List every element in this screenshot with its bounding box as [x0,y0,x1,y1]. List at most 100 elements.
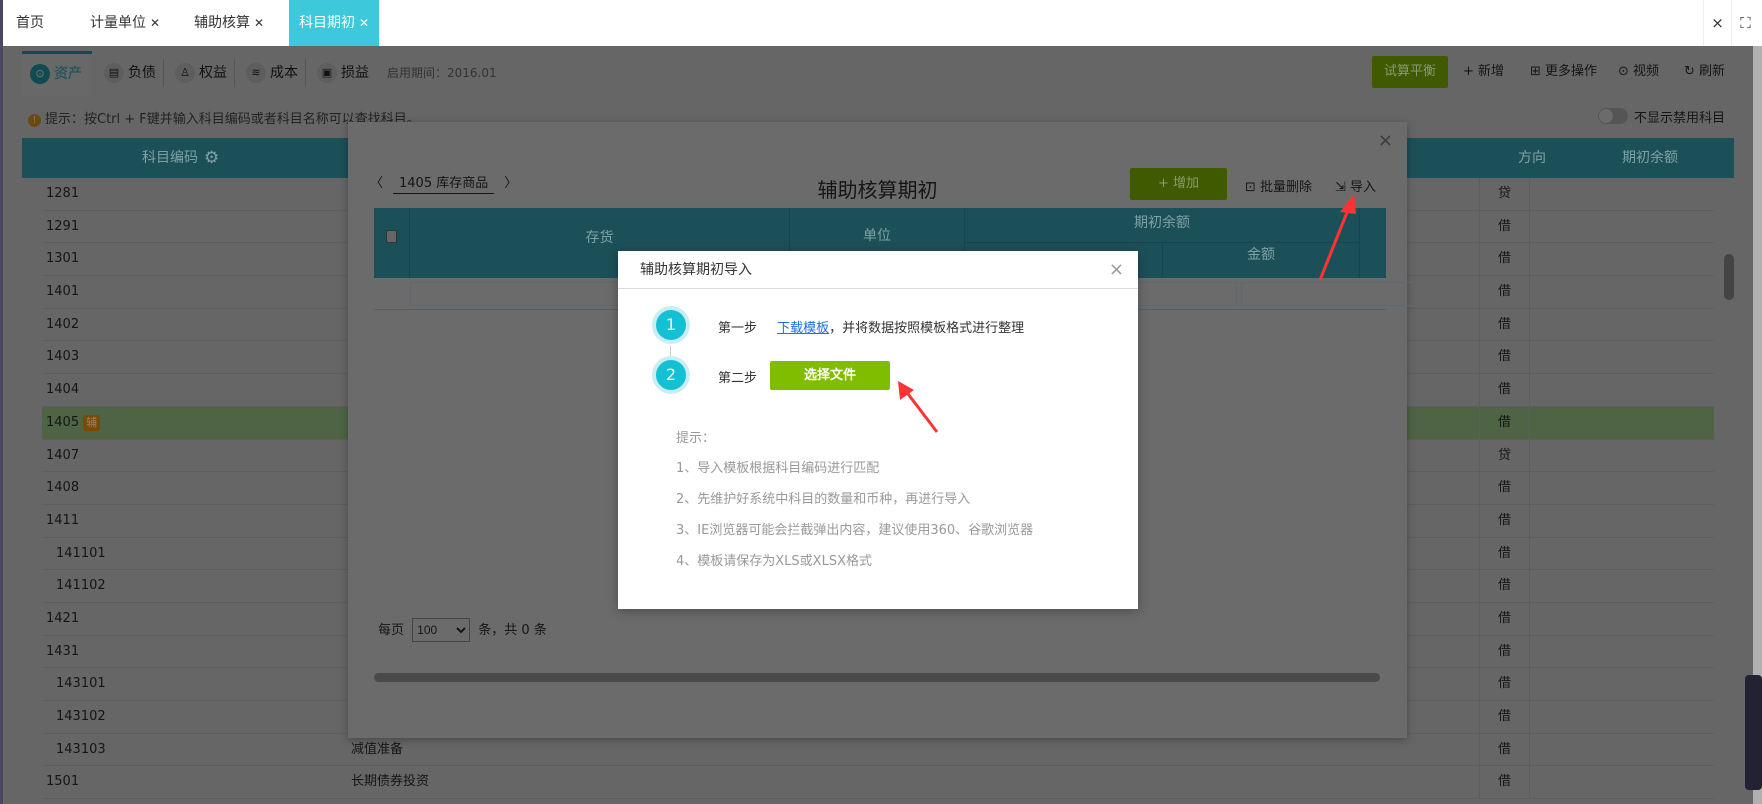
direction: 借 [1479,570,1530,603]
start-period: 启用期间：2016.01 [387,66,497,80]
divider [163,59,164,87]
more-label: 更多操作 [1545,64,1598,79]
side-widget [1745,675,1762,790]
table-row[interactable]: 1501 长期债券投资 借 [42,766,1714,800]
account-name: 长期债券投资 [351,774,430,790]
account-code: 141102 [56,578,106,594]
step-number: 2 [656,360,686,390]
more-actions-button[interactable]: ⊞ 更多操作 [1530,56,1597,88]
col-amount: 金额 [1163,243,1360,278]
tab-units[interactable]: 计量单位 ✕ [90,0,160,46]
direction: 借 [1479,537,1530,570]
hint-line: 2、先维护好系统中科目的数量和币种，再进行导入 [676,492,971,507]
subtab-label: 损益 [341,65,369,81]
header-code: 科目编码 [142,150,198,166]
select-all-checkbox[interactable] [386,230,397,243]
direction: 借 [1479,766,1530,799]
subtab-label: 权益 [199,65,227,81]
per-page-label: 每页 [378,623,405,638]
grid-icon: ⊞ [1530,64,1546,79]
header-direction: 方向 [1518,150,1546,166]
refresh-label: 刷新 [1699,64,1726,79]
hint-line: 3、IE浏览器可能会拦截弹出内容，建议使用360、谷歌浏览器 [676,523,1034,538]
step-2-label: 第二步 [718,371,758,386]
choose-file-button[interactable]: 选择文件 [770,361,890,390]
subtab-asset[interactable]: ⊙ 资产 [22,51,92,96]
close-icon[interactable]: × [1109,251,1124,289]
account-code: 1407 [46,447,80,463]
play-icon: ⊙ [1618,64,1634,79]
left-edge [0,0,3,804]
tab-home[interactable]: 首页 [16,0,44,46]
profit-loss-icon: ▣ [317,63,337,83]
tab-aux[interactable]: 辅助核算 ✕ [194,0,264,46]
step-1-badge: 1 [652,306,690,344]
subtab-label: 成本 [270,65,298,81]
close-icon[interactable]: ✕ [359,16,369,30]
refresh-button[interactable]: ↻ 刷新 [1684,56,1725,88]
import-dialog: 辅助核算期初导入 × 1 第一步 下载模板，并将数据按照模板格式进行整理 2 第… [618,251,1138,609]
dialog-title: 辅助核算期初导入 [618,251,1138,289]
account-code: 1411 [46,512,80,528]
batch-delete-label: 批量删除 [1260,180,1313,195]
video-label: 视频 [1633,64,1660,79]
hint-title: 提示： [676,431,716,446]
hint-line: 4、模板请保存为XLS或XLSX格式 [676,554,872,569]
account-code: 1403 [46,349,80,365]
close-icon[interactable]: ✕ [254,16,264,30]
cost-icon: ≋ [246,63,266,83]
amount-input[interactable] [1241,282,1416,306]
page-size-select[interactable]: 100 [412,618,471,642]
direction: 借 [1479,243,1530,276]
subtab-profit-loss[interactable]: ▣ 损益 [309,51,369,96]
import-button[interactable]: ⇲ 导入 [1335,176,1376,195]
direction: 贷 [1479,178,1530,210]
step-2-badge: 2 [652,356,690,394]
account-code: 1501 [46,774,80,790]
fullscreen-button[interactable]: ⛶ [1731,0,1759,46]
account-code: 1291 [46,218,80,234]
direction: 借 [1479,276,1530,309]
direction: 借 [1479,733,1530,766]
subtab-cost[interactable]: ≋ 成本 [238,51,298,96]
trial-balance-button[interactable]: 试算平衡 [1372,56,1449,88]
warning-icon: ! [28,114,41,127]
account-code: 141101 [56,545,106,561]
subtab-liability[interactable]: ▤ 负债 [96,51,156,96]
horizontal-scrollbar[interactable] [374,673,1380,682]
equity-icon: ♙ [175,63,195,83]
direction: 借 [1479,210,1530,243]
add-button[interactable]: + 新增 [1463,56,1504,88]
download-template-link[interactable]: 下载模板 [777,321,829,336]
step-label: 第一步 [718,321,758,336]
step-number: 1 [656,310,686,340]
account-name: 减值准备 [351,741,404,757]
account-code: 1402 [46,316,80,332]
account-code: 1405 辅 [46,407,101,439]
table-row[interactable]: 143103 减值准备 借 [42,733,1714,767]
video-button[interactable]: ⊙ 视频 [1618,56,1659,88]
add-row-button[interactable]: + 增加 [1130,168,1227,200]
account-code: 1401 [46,284,80,300]
batch-delete-button[interactable]: ⊡ 批量删除 [1245,176,1312,195]
import-label: 导入 [1350,180,1377,195]
close-window-button[interactable]: × [1703,0,1731,46]
tab-label: 科目期初 [299,15,355,31]
table-scrollbar[interactable] [1724,254,1734,300]
select-all-cell [374,208,410,278]
account-code: 143101 [56,676,106,692]
subtab-label: 资产 [54,66,82,82]
tab-opening[interactable]: 科目期初 ✕ [289,0,380,46]
gear-icon[interactable]: ⚙ [204,138,219,178]
total-count: 条，共 0 条 [478,623,547,638]
hide-disabled-toggle[interactable] [1598,108,1628,124]
account-code: 1281 [46,186,80,201]
account-code: 143103 [56,741,106,757]
direction: 借 [1479,341,1530,374]
direction: 借 [1479,635,1530,668]
close-icon[interactable]: × [1378,130,1393,151]
close-icon[interactable]: ✕ [150,16,160,30]
direction: 借 [1479,602,1530,635]
direction: 借 [1479,406,1530,439]
subtab-equity[interactable]: ♙ 权益 [167,51,227,96]
